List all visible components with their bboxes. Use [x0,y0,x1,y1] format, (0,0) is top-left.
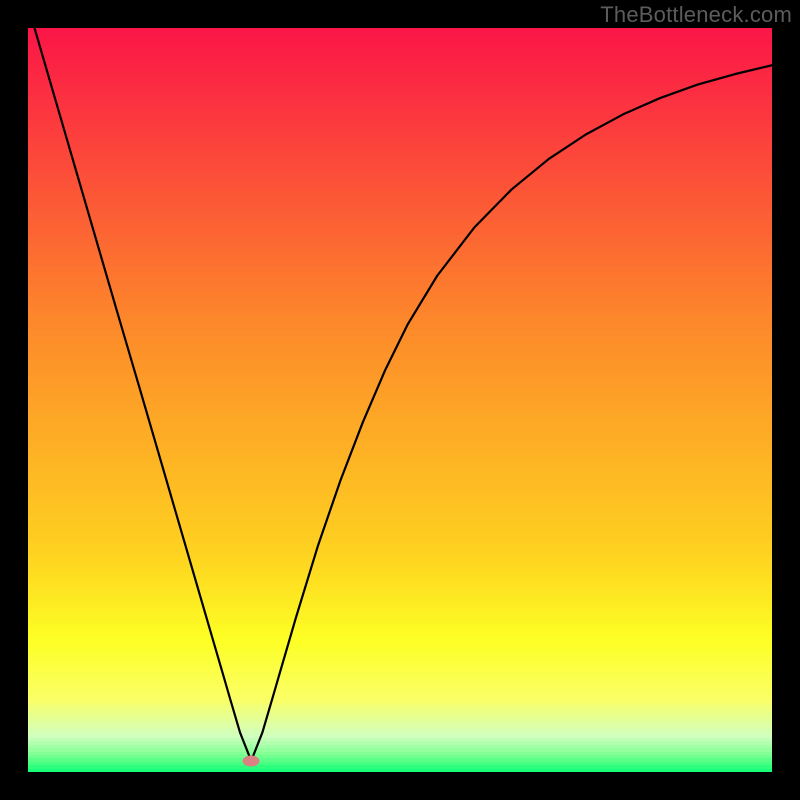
minimum-marker [243,755,260,766]
plot-area [28,28,772,772]
curve-svg [28,28,772,772]
bottleneck-curve [28,28,772,761]
chart-frame: TheBottleneck.com [0,0,800,800]
watermark-text: TheBottleneck.com [600,2,792,28]
